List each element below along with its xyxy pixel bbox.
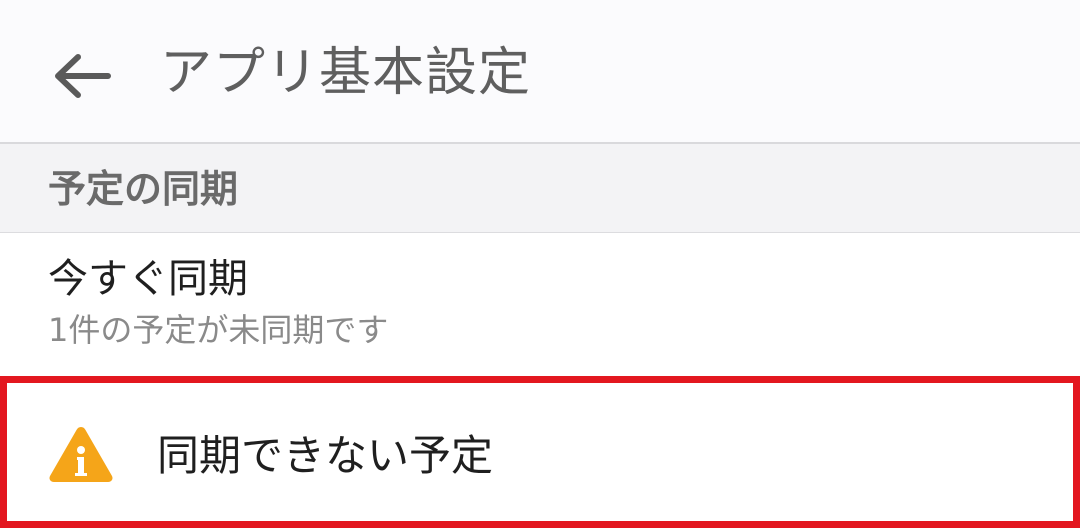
sync-now-title: 今すぐ同期 [48, 256, 248, 302]
back-button[interactable] [40, 34, 124, 118]
sync-now-item[interactable]: 今すぐ同期 1件の予定が未同期です [0, 233, 1080, 376]
app-bar: アプリ基本設定 [0, 0, 1080, 144]
unsynced-events-label: 同期できない予定 [157, 431, 494, 480]
sync-now-subtitle: 1件の予定が未同期です [48, 311, 389, 349]
warning-icon [49, 427, 113, 482]
section-title: 予定の同期 [48, 167, 239, 211]
section-header-sync: 予定の同期 [0, 144, 1080, 233]
arrow-left-icon [55, 54, 111, 98]
unsynced-events-item[interactable]: 同期できない予定 [0, 376, 1080, 528]
page-title: アプリ基本設定 [160, 43, 532, 103]
